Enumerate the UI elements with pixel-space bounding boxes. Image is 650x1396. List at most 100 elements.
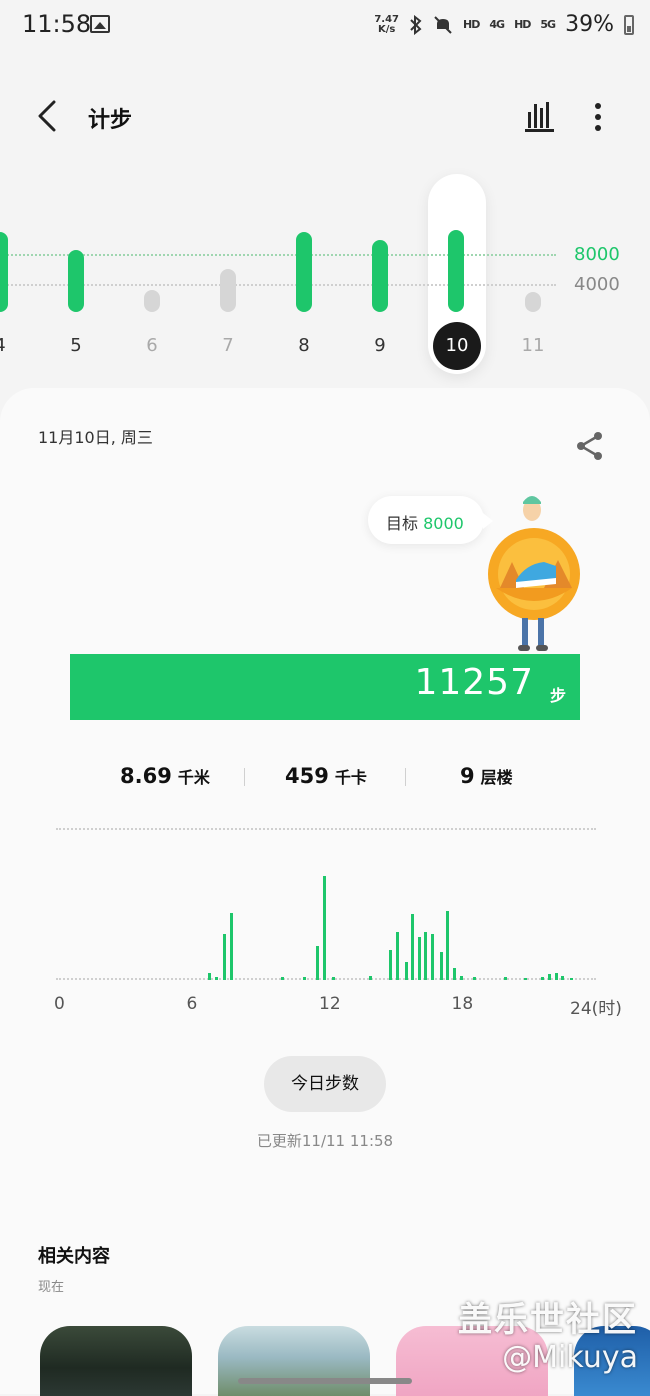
day-label-8[interactable]: 8 [284,335,324,356]
floors-metric: 9 层楼 [460,764,513,788]
hour-bar [424,931,428,980]
back-icon[interactable] [30,98,64,134]
share-icon[interactable] [574,430,606,462]
battery-percent: 39% [565,12,614,37]
steps-count: 11257 [414,662,534,703]
hour-bar [459,975,463,980]
status-bar: 11:58 7.47 K/s HD 4G HD 5G 39% [0,0,650,54]
day-label-6[interactable]: 6 [132,335,172,356]
selected-date: 11月10日, 周三 [38,428,153,447]
day-label-9[interactable]: 9 [360,335,400,356]
goal-prefix: 目标 [386,514,419,533]
distance-metric: 8.69 千米 [120,764,210,788]
hd-label: HD [463,18,480,31]
x-tick-label: 0 [54,994,65,1014]
day-bar-7[interactable] [220,268,236,312]
hour-bar [207,973,211,980]
hourly-steps-chart: 0 6 12 18 24(时) [54,820,622,1030]
hour-bar [431,934,434,980]
app-header: 计步 [0,80,650,152]
related-thumbnail-room[interactable] [218,1326,370,1396]
x-tick-label: 12 [319,994,341,1014]
hour-bar [570,977,574,980]
steps-progress-bar: 11257 步 [70,654,580,720]
day-bar-10[interactable] [448,230,464,312]
hour-bar [453,967,457,980]
x-tick-label: 18 [451,994,474,1014]
chart-top-gridline [56,828,596,830]
hour-bar [214,976,218,980]
hour-bar [223,934,227,980]
more-options-icon[interactable] [586,100,610,134]
day-label-4[interactable]: 4 [0,335,20,356]
metric-divider [405,768,406,786]
status-right: 7.47 K/s HD 4G HD 5G 39% [374,12,634,37]
distance-value: 8.69 [120,764,172,788]
chart-baseline [56,978,596,980]
net-speed-value: 7.47 [374,13,400,25]
hour-bar [230,912,234,980]
mute-icon [434,15,452,34]
status-time: 11:58 [22,10,92,38]
hour-bar [446,910,450,980]
hour-bar [554,973,558,980]
today-steps-button[interactable]: 今日步数 [264,1056,386,1112]
day-label-7[interactable]: 7 [208,335,248,356]
hour-bar [322,875,326,980]
day-bar-4[interactable] [0,232,8,312]
calories-unit: 千卡 [334,768,367,787]
hour-bar [472,976,476,980]
hour-bar [280,976,284,980]
hour-bar [389,949,393,980]
hour-bar [523,977,527,980]
page-title: 计步 [88,108,133,133]
hour-bar [369,975,373,980]
goal-bubble: 目标 8000 [368,496,493,544]
goal-text: 目标 8000 [386,510,464,534]
hour-bar [331,976,335,980]
related-content-subtitle: 现在 [38,1280,65,1295]
battery-icon [624,14,634,35]
hour-bar [541,976,545,980]
hour-bar [503,976,507,980]
goal-value: 8000 [423,514,464,533]
net-speed-unit: K/s [378,23,396,35]
day-bar-8[interactable] [296,232,312,312]
daily-steps-chart[interactable]: 8000 4000 4 5 6 7 8 9 10 11 [0,170,650,380]
goal-line-label: 8000 [574,244,620,265]
calories-metric: 459 千卡 [285,764,367,788]
day-label-11[interactable]: 11 [513,335,553,356]
net-speed: 7.47 K/s [374,13,400,35]
hour-bar [411,913,415,980]
related-thumbnail-gym[interactable] [40,1326,192,1396]
day-bar-6[interactable] [144,290,160,312]
distance-unit: 千米 [177,768,210,787]
mascot-illustration [488,496,580,651]
hour-bar [404,962,408,980]
hour-bar [316,946,320,980]
x-tick-label: 24(时) [570,999,622,1019]
day-bar-5[interactable] [68,250,84,312]
day-label-5[interactable]: 5 [56,335,96,356]
day-bar-9[interactable] [372,239,388,312]
floors-value: 9 [460,764,475,788]
4g-signal-icon: 4G [489,18,505,31]
hour-bar [417,937,421,980]
selected-day-label[interactable]: 10 [433,322,481,370]
watermark-community: 盖乐世社区 [458,1300,638,1340]
hour-bar [548,974,552,980]
day-bar-11[interactable] [525,291,541,312]
hd-label-2: HD [514,18,531,31]
hour-bar [561,975,565,980]
gallery-icon [90,15,110,33]
steps-unit: 步 [549,686,566,705]
half-goal-line-label: 4000 [574,274,620,295]
home-indicator[interactable] [238,1378,412,1384]
5g-signal-icon: 5G [540,18,556,31]
bluetooth-icon [410,14,422,35]
x-tick-label: 6 [186,994,198,1014]
hour-bar [302,976,306,980]
bar-chart-icon[interactable] [522,100,558,134]
related-content-title: 相关内容 [38,1246,110,1267]
updated-timestamp: 已更新11/11 11:58 [256,1132,394,1150]
